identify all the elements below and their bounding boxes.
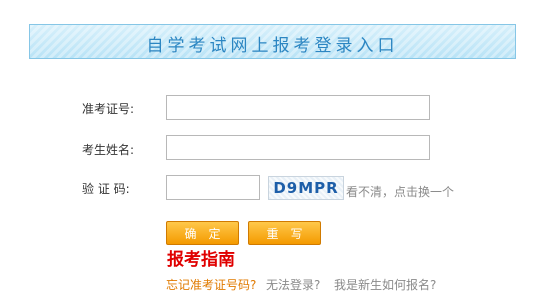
admission-number-label: 准考证号:: [82, 102, 135, 116]
cannot-login-link[interactable]: 无法登录?: [266, 276, 320, 293]
new-student-register-link[interactable]: 我是新生如何报名?: [334, 276, 436, 293]
captcha-image[interactable]: D9MPR: [268, 176, 344, 200]
captcha-input[interactable]: [166, 175, 260, 200]
refresh-captcha-link[interactable]: 看不清，点击换一个: [346, 183, 454, 200]
confirm-button[interactable]: 确定: [166, 221, 239, 245]
captcha-image-text: D9MPR: [273, 179, 339, 197]
registration-guide-heading: 报考指南: [167, 250, 235, 270]
page-title: 自学考试网上报考登录入口: [146, 36, 399, 56]
login-banner: 自学考试网上报考登录入口: [29, 24, 516, 59]
forgot-admission-number-link[interactable]: 忘记准考证号码?: [166, 276, 256, 293]
captcha-label: 验 证 码:: [82, 182, 130, 196]
student-name-label: 考生姓名:: [82, 143, 135, 157]
reset-button[interactable]: 重写: [248, 221, 321, 245]
admission-number-input[interactable]: [166, 95, 430, 120]
student-name-input[interactable]: [166, 135, 430, 160]
